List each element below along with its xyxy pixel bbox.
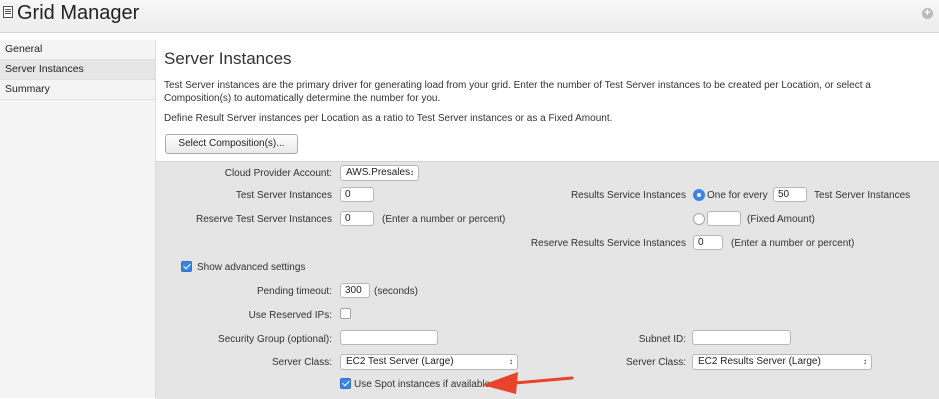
page-title: Server Instances <box>164 49 292 68</box>
grid-manager-icon <box>3 6 13 18</box>
fixed-amount-input[interactable] <box>707 211 741 226</box>
sidebar-item-server-instances[interactable]: Server Instances <box>0 60 155 80</box>
security-group-label: Security Group (optional): <box>218 334 332 345</box>
server-class-value: EC2 Test Server (Large) <box>346 356 454 367</box>
test-server-input[interactable] <box>340 187 374 202</box>
cloud-provider-select[interactable]: AWS.Presales ↕ <box>340 165 419 181</box>
one-for-every-label: One for every <box>707 190 768 201</box>
reserved-ips-checkbox[interactable] <box>340 308 351 319</box>
pending-timeout-unit: (seconds) <box>374 286 418 297</box>
sidebar: General Server Instances Summary <box>0 40 156 398</box>
results-server-class-value: EC2 Results Server (Large) <box>698 356 821 367</box>
settings-panel: Cloud Provider Account: AWS.Presales ↕ T… <box>156 161 939 399</box>
reserve-test-server-input[interactable] <box>340 211 374 226</box>
select-arrows-icon: ↕ <box>410 168 414 177</box>
sidebar-item-general[interactable]: General <box>0 40 155 60</box>
fixed-amount-label: (Fixed Amount) <box>747 214 815 225</box>
pending-timeout-input[interactable] <box>340 283 370 298</box>
one-for-every-radio[interactable] <box>693 189 705 201</box>
reserve-test-hint: (Enter a number or percent) <box>382 214 506 225</box>
cloud-provider-label: Cloud Provider Account: <box>224 168 332 179</box>
app-title: Grid Manager <box>17 2 140 24</box>
one-for-every-input[interactable] <box>773 187 807 202</box>
select-arrows-icon: ↕ <box>863 357 867 366</box>
subnet-input[interactable] <box>692 330 791 345</box>
reserved-ips-label: Use Reserved IPs: <box>248 310 332 321</box>
spot-instances-checkbox[interactable] <box>340 378 351 389</box>
results-server-class-select[interactable]: EC2 Results Server (Large) ↕ <box>692 354 872 370</box>
pending-timeout-label: Pending timeout: <box>256 286 332 297</box>
show-advanced-checkbox[interactable] <box>181 261 192 272</box>
one-for-every-suffix: Test Server Instances <box>814 190 911 201</box>
results-service-label: Results Service Instances <box>570 190 686 201</box>
add-icon[interactable]: + <box>922 8 933 19</box>
define-text: Define Result Server instances per Locat… <box>164 113 613 124</box>
intro-text: Test Server instances are the primary dr… <box>164 80 871 104</box>
app-header: Grid Manager + <box>0 0 939 33</box>
results-server-class-label: Server Class: <box>625 357 686 368</box>
spot-instances-label: Use Spot instances if available <box>354 379 491 390</box>
annotation-arrow-icon <box>482 372 574 394</box>
server-class-label: Server Class: <box>271 357 332 368</box>
reserve-results-hint: (Enter a number or percent) <box>731 238 855 249</box>
cloud-provider-value: AWS.Presales <box>346 167 411 178</box>
select-composition-button[interactable]: Select Composition(s)... <box>165 134 298 154</box>
subnet-label: Subnet ID: <box>638 334 686 345</box>
reserve-results-input[interactable] <box>693 235 723 250</box>
security-group-input[interactable] <box>340 330 438 345</box>
test-server-label: Test Server Instances <box>235 190 332 201</box>
reserve-test-server-label: Reserve Test Server Instances <box>196 214 332 225</box>
reserve-results-label: Reserve Results Service Instances <box>530 238 686 249</box>
show-advanced-label: Show advanced settings <box>197 262 306 273</box>
sidebar-item-summary[interactable]: Summary <box>0 80 155 100</box>
fixed-amount-radio[interactable] <box>693 213 705 225</box>
main-content: Server Instances Test Server instances a… <box>156 40 939 399</box>
